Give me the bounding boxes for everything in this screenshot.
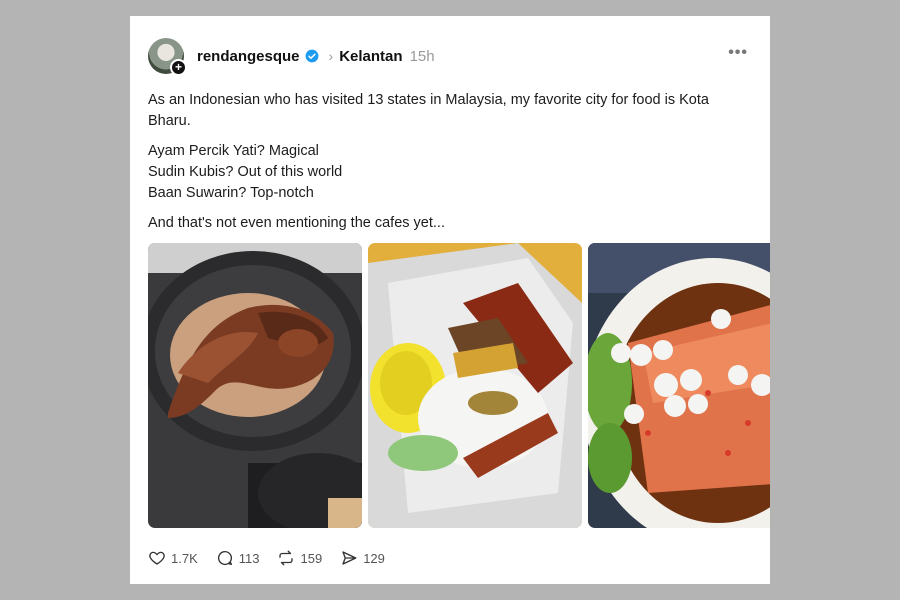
more-horizontal-icon[interactable]: •••	[728, 44, 748, 62]
repost-count: 159	[300, 550, 323, 566]
reply-button[interactable]: 113	[216, 549, 260, 567]
topic-tag[interactable]: Kelantan	[339, 48, 402, 65]
photo-gallery[interactable]	[148, 243, 770, 528]
food-line-2: Sudin Kubis? Out of this world	[148, 164, 343, 180]
food-line-3: Baan Suwarin? Top-notch	[148, 185, 314, 201]
follow-plus-icon[interactable]: +	[170, 59, 187, 76]
paragraph-intro: As an Indonesian who has visited 13 stat…	[148, 92, 709, 129]
send-icon	[342, 551, 357, 565]
post-card: + rendangesque › Kelantan 15h ••• As an …	[130, 16, 770, 584]
repost-icon	[279, 550, 294, 566]
verified-badge-icon	[305, 49, 318, 63]
username[interactable]: rendangesque	[197, 48, 300, 65]
like-count: 1.7K	[171, 550, 198, 566]
food-line-1: Ayam Percik Yati? Magical	[148, 143, 319, 159]
heart-icon	[149, 551, 165, 565]
chevron-right-icon: ›	[328, 48, 334, 64]
share-count: 129	[363, 550, 385, 566]
like-button[interactable]: 1.7K	[148, 549, 198, 567]
action-bar: 1.7K 113 159 129	[148, 548, 403, 568]
comment-icon	[217, 550, 232, 566]
post-header: rendangesque › Kelantan 15h	[197, 47, 435, 65]
post-body: As an Indonesian who has visited 13 stat…	[148, 90, 748, 243]
photo-ayam-percik[interactable]	[148, 243, 362, 528]
photo-nasi[interactable]	[368, 243, 582, 528]
photo-baan-suwarin[interactable]	[588, 243, 770, 528]
repost-button[interactable]: 159	[277, 549, 322, 567]
post-time: 15h	[409, 47, 435, 65]
reply-count: 113	[238, 550, 260, 566]
share-button[interactable]: 129	[340, 549, 385, 567]
paragraph-outro: And that's not even mentioning the cafes…	[148, 215, 445, 231]
